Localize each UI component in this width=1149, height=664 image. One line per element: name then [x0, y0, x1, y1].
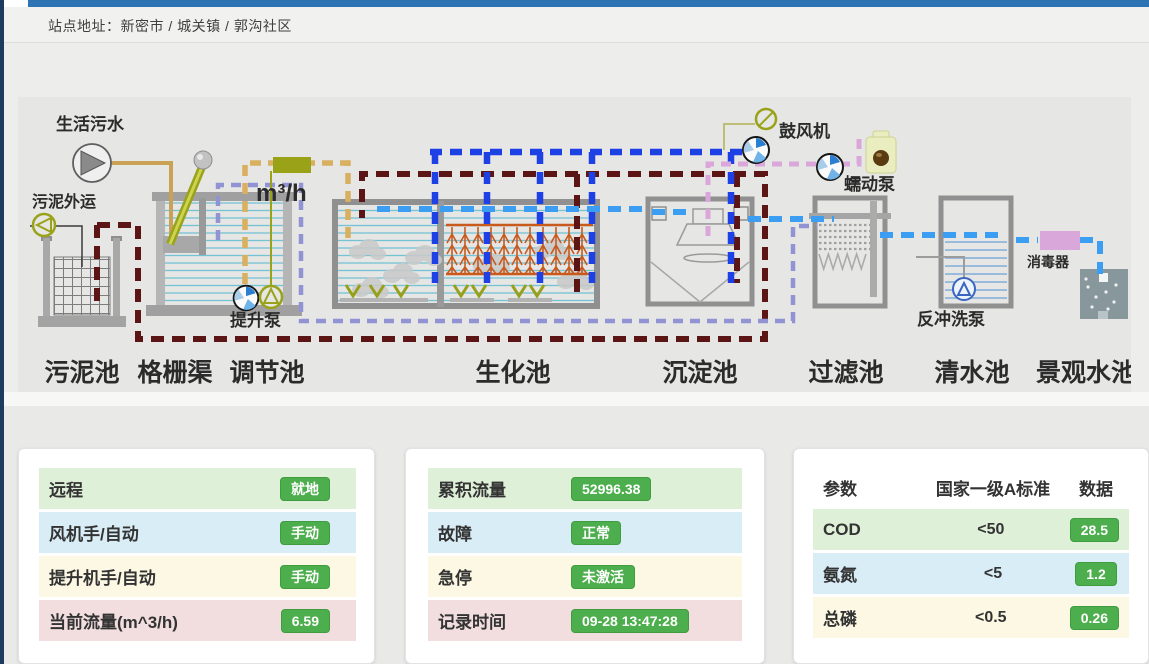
process-flow-diagram: 生活污水 污泥外运 提升泵 m³/h 鼓风机 蠕动泵 消毒器 反冲洗泵 污泥池 … [18, 97, 1131, 392]
label-pool-sludge: 污泥池 [44, 359, 119, 387]
site-address-breadcrumb: 站点地址：新密市 / 城关镇 / 郭沟社区 [48, 16, 292, 36]
status-badge: 就地 [280, 477, 330, 501]
label-sludge-out: 污泥外运 [32, 192, 96, 211]
table-row-fan-mode: 风机手/自动 手动 [39, 512, 356, 553]
biochemical-pool-tank [335, 201, 597, 307]
status-panel-card: 累积流量 52996.38 故障 正常 急停 未激活 记录时间 09-28 13… [405, 448, 765, 664]
column-header-data: 数据 [1073, 475, 1119, 500]
label-peristaltic-pump: 蠕动泵 [844, 175, 895, 194]
disinfector-box [1040, 231, 1080, 250]
param-name: 总磷 [823, 605, 912, 630]
label-pool-biochemical: 生化池 [475, 359, 550, 387]
label-pool-sedimentation: 沉淀池 [662, 358, 737, 387]
table-row-record-time: 记录时间 09-28 13:47:28 [428, 600, 742, 641]
blower-valve-icon [756, 109, 776, 129]
param-standard: <0.5 [912, 609, 1070, 627]
row-label: 急停 [438, 564, 571, 589]
status-badge: 09-28 13:47:28 [571, 609, 689, 633]
row-label: 故障 [438, 520, 571, 545]
value-badge: 1.2 [1075, 562, 1116, 586]
table-row-lift-mode: 提升机手/自动 手动 [39, 556, 356, 597]
label-flow-unit: m³/h [256, 180, 307, 207]
status-badge: 手动 [280, 521, 330, 545]
param-name: 氨氮 [823, 561, 913, 586]
diagram-bottom-strip [4, 392, 1149, 406]
lift-pump-fan-icon [234, 286, 259, 311]
status-badge: 正常 [571, 521, 621, 545]
row-label: 提升机手/自动 [49, 564, 280, 589]
page-header: 站点地址：新密市 / 城关镇 / 郭沟社区 [4, 7, 1149, 43]
backwash-pump-icon [953, 278, 975, 300]
value-badge: 28.5 [1070, 518, 1119, 542]
row-label: 当前流量(m^3/h) [49, 608, 281, 633]
water-quality-panel-card: 参数 国家一级A标准 数据 COD <50 28.5 氨氮 <5 1.2 总磷 … [793, 448, 1149, 664]
row-label: 记录时间 [438, 608, 571, 633]
column-header-standard: 国家一级A标准 [913, 475, 1073, 500]
table-row-fault: 故障 正常 [428, 512, 742, 553]
column-header-param: 参数 [823, 475, 913, 500]
control-panel-card: 远程 就地 风机手/自动 手动 提升机手/自动 手动 当前流量(m^3/h) 6… [18, 448, 375, 664]
lift-pump-valve-icon [260, 286, 282, 308]
label-pool-landscape: 景观水池 [1036, 359, 1131, 387]
table-row-remote: 远程 就地 [39, 468, 356, 509]
inflow-pump-icon [73, 144, 111, 182]
sludge-valve-icon [33, 214, 55, 236]
table-row-cod: COD <50 28.5 [813, 509, 1129, 550]
param-name: COD [823, 520, 912, 540]
value-badge: 0.26 [1070, 606, 1119, 630]
quality-header-row: 参数 国家一级A标准 数据 [813, 468, 1129, 506]
table-row-current-flow: 当前流量(m^3/h) 6.59 [39, 600, 356, 641]
status-badge: 手动 [280, 565, 330, 589]
top-accent-bar [28, 0, 1149, 7]
table-row-ammonia: 氨氮 <5 1.2 [813, 553, 1129, 594]
landscape-pool-tank [1080, 269, 1128, 319]
param-standard: <5 [913, 565, 1073, 583]
filter-pool-tank [809, 198, 891, 306]
label-pool-regulating: 调节池 [229, 358, 304, 387]
label-disinfector: 消毒器 [1027, 254, 1070, 270]
table-row-phosphorus: 总磷 <0.5 0.26 [813, 597, 1129, 638]
table-row-total-flow: 累积流量 52996.38 [428, 468, 742, 509]
row-label: 风机手/自动 [49, 520, 280, 545]
label-pool-filter: 过滤池 [808, 359, 883, 387]
left-accent-bar [0, 0, 4, 664]
label-backwash-pump: 反冲洗泵 [917, 309, 985, 329]
top-corner-gap [4, 0, 28, 7]
dosing-fan-icon [817, 154, 843, 180]
row-label: 远程 [49, 476, 280, 501]
blower-fan-icon [743, 137, 769, 163]
status-badge: 52996.38 [571, 477, 651, 501]
row-label: 累积流量 [438, 476, 571, 501]
peristaltic-pump-device [866, 131, 896, 173]
label-pool-clean-water: 清水池 [934, 359, 1009, 387]
param-standard: <50 [912, 521, 1070, 539]
process-diagram-panel: 生活污水 污泥外运 提升泵 m³/h 鼓风机 蠕动泵 消毒器 反冲洗泵 污泥池 … [18, 97, 1131, 392]
label-inflow: 生活污水 [56, 114, 125, 134]
status-badge: 6.59 [281, 609, 330, 633]
label-lift-pump: 提升泵 [230, 311, 281, 330]
label-pool-grid-channel: 格栅渠 [137, 358, 212, 387]
flow-meter-box [273, 157, 311, 173]
label-blower: 鼓风机 [779, 121, 830, 141]
table-row-estop: 急停 未激活 [428, 556, 742, 597]
status-badge: 未激活 [571, 565, 635, 589]
